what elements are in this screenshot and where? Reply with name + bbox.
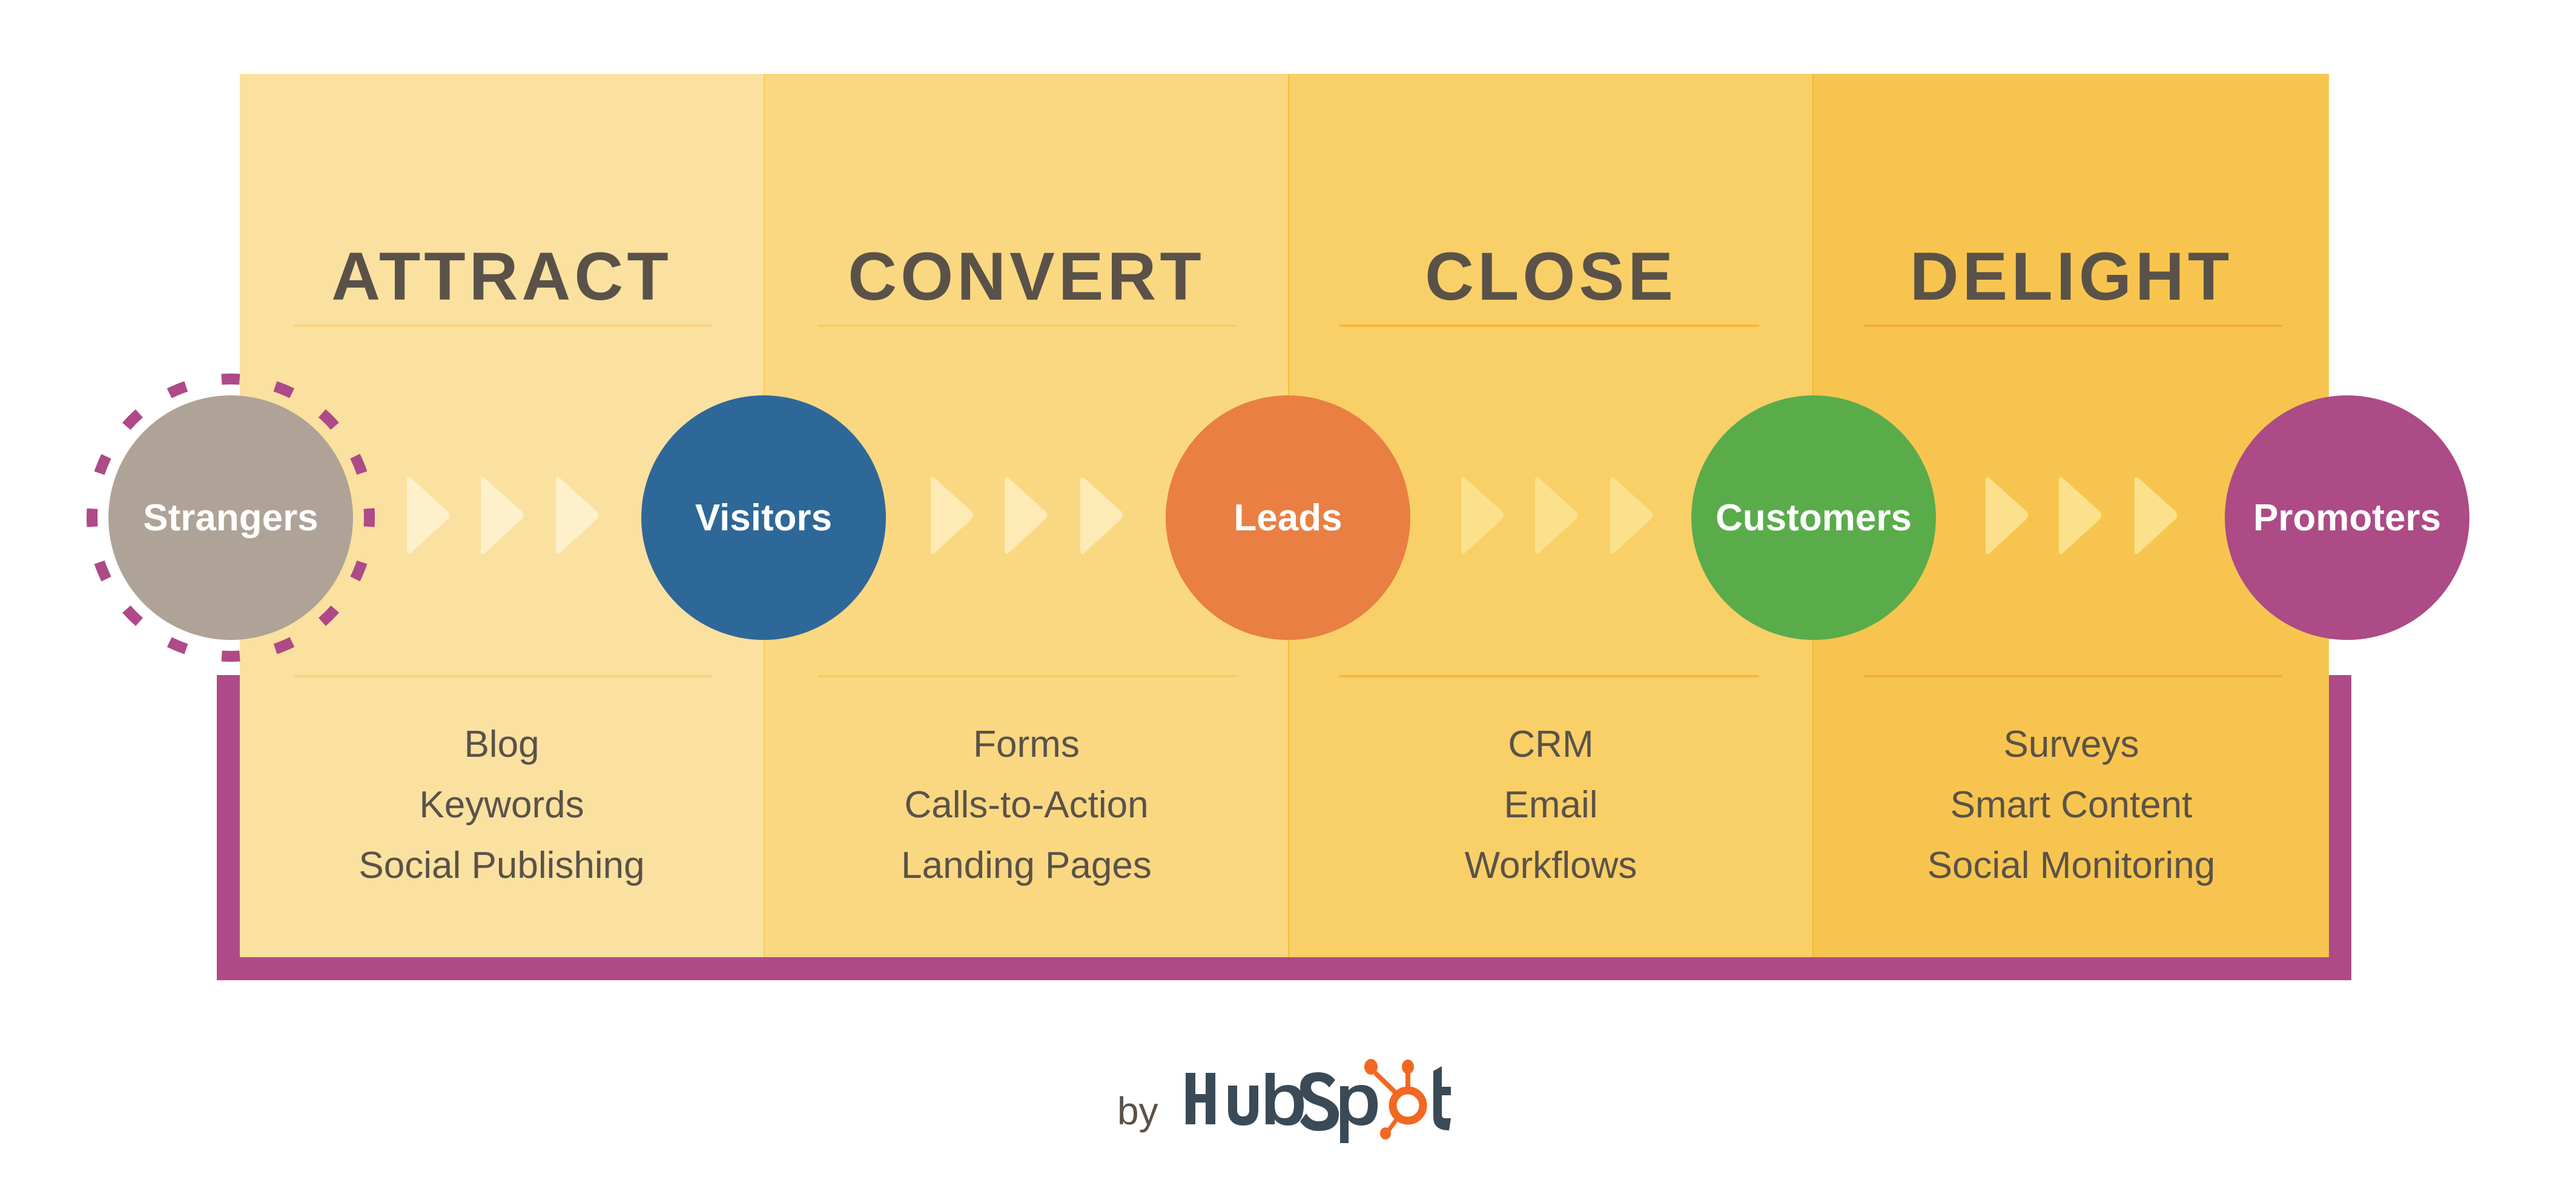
divider-top bbox=[817, 325, 1237, 327]
divider-bottom bbox=[293, 675, 712, 677]
chevron-arrow-icon bbox=[1080, 477, 1123, 554]
chevron-arrow-icon bbox=[407, 477, 449, 554]
tool-item: Surveys bbox=[2003, 724, 2139, 765]
chevron-arrow-icon bbox=[931, 477, 973, 554]
chevron-arrow-icon bbox=[481, 477, 523, 554]
chevron-arrow-icon bbox=[556, 477, 598, 554]
hubspot-logo-icon bbox=[1186, 1059, 1451, 1143]
tool-item: CRM bbox=[1508, 724, 1594, 765]
stage-label: Promoters bbox=[2253, 496, 2442, 539]
stage-strangers: Strangers bbox=[108, 395, 353, 640]
stage-label: Strangers bbox=[143, 496, 319, 539]
tool-item: Landing Pages bbox=[901, 845, 1152, 886]
by-label: by bbox=[1117, 1089, 1158, 1133]
tool-item: Social Publishing bbox=[358, 845, 645, 886]
column-title: CONVERT bbox=[848, 239, 1205, 314]
divider-top bbox=[293, 325, 712, 327]
stage-label: Leads bbox=[1234, 496, 1342, 539]
stage-label: Customers bbox=[1716, 496, 1912, 539]
column-title: CLOSE bbox=[1425, 239, 1677, 314]
stage-leads: Leads bbox=[1166, 395, 1410, 640]
column-title: DELIGHT bbox=[1909, 239, 2233, 314]
stage-visitors: Visitors bbox=[641, 395, 886, 640]
column-title: ATTRACT bbox=[331, 239, 672, 314]
chevron-arrow-icon bbox=[1535, 477, 1577, 554]
stage-promoters: Promoters bbox=[2225, 395, 2469, 640]
chevron-arrow-icon bbox=[1610, 477, 1653, 554]
chevron-arrow-icon bbox=[2059, 477, 2101, 554]
divider-top bbox=[1339, 325, 1759, 327]
divider-bottom bbox=[817, 675, 1237, 677]
tool-item: Workflows bbox=[1464, 845, 1637, 886]
chevron-arrow-icon bbox=[1005, 477, 1047, 554]
chevron-arrow-icon bbox=[1461, 477, 1504, 554]
tool-item: Keywords bbox=[419, 784, 584, 826]
tool-item: Blog bbox=[464, 724, 540, 765]
tool-item: Calls-to-Action bbox=[904, 784, 1149, 826]
chevron-arrow-icon bbox=[2135, 477, 2177, 554]
tool-item: Smart Content bbox=[1950, 784, 2193, 826]
tool-item: Social Monitoring bbox=[1927, 845, 2216, 886]
tool-list: CRM Email Workflows bbox=[1289, 714, 1812, 896]
divider-bottom bbox=[1339, 675, 1759, 677]
tool-list: Forms Calls-to-Action Landing Pages bbox=[765, 714, 1288, 896]
tool-item: Email bbox=[1504, 784, 1598, 826]
tool-list: Blog Keywords Social Publishing bbox=[240, 714, 764, 896]
tool-list: Surveys Smart Content Social Monitoring bbox=[1814, 714, 2329, 896]
divider-bottom bbox=[1863, 675, 2282, 677]
divider-top bbox=[1863, 325, 2282, 327]
stage-label: Visitors bbox=[695, 496, 833, 539]
stage-customers: Customers bbox=[1691, 395, 1936, 640]
tool-item: Forms bbox=[973, 724, 1080, 765]
chevron-arrow-icon bbox=[1986, 477, 2028, 554]
